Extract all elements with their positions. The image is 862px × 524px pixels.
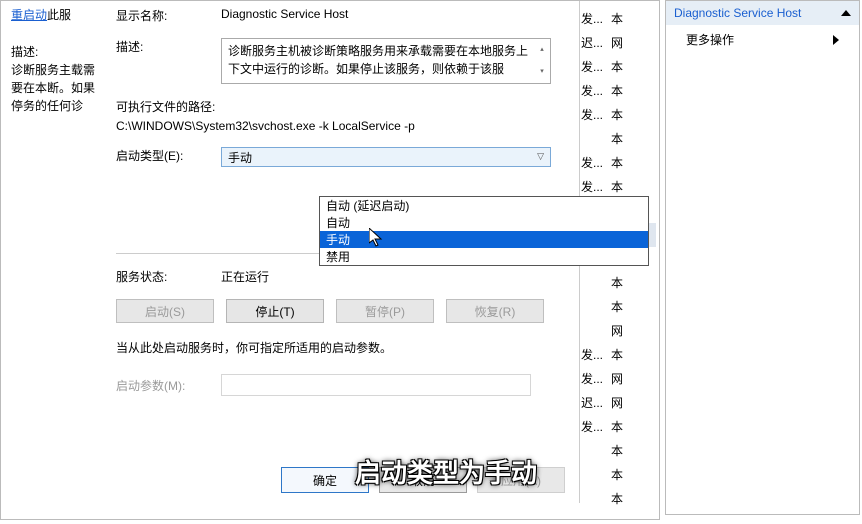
actions-panel-title: Diagnostic Service Host <box>674 1 801 25</box>
service-row[interactable]: 本 <box>581 439 656 463</box>
startup-type-select[interactable]: 手动 ▽ <box>221 147 551 167</box>
resume-button: 恢复(R) <box>446 299 544 323</box>
service-row[interactable]: 本 <box>581 463 656 487</box>
service-row[interactable]: 发...本 <box>581 7 656 31</box>
more-actions-item[interactable]: 更多操作 <box>666 25 859 54</box>
service-row[interactable]: 发...本 <box>581 151 656 175</box>
startup-type-label: 启动类型(E): <box>116 147 221 167</box>
description-label: 描述: <box>116 38 221 84</box>
startup-type-dropdown[interactable]: 自动 (延迟启动) 自动 手动 禁用 <box>319 196 649 266</box>
service-row[interactable]: 迟...网 <box>581 31 656 55</box>
actions-panel-header[interactable]: Diagnostic Service Host <box>666 1 859 25</box>
restart-suffix: 此服 <box>47 8 71 22</box>
scroll-up-icon[interactable]: ▴ <box>536 41 548 59</box>
service-row[interactable]: 本 <box>581 271 656 295</box>
description-textbox[interactable]: 诊断服务主机被诊断策略服务用来承载需要在本地服务上下文中运行的诊断。如果停止该服… <box>221 38 551 84</box>
display-name-label: 显示名称: <box>116 7 221 24</box>
exe-path-value: C:\WINDOWS\System32\svchost.exe -k Local… <box>116 119 563 133</box>
startup-params-input <box>221 374 531 396</box>
service-row[interactable]: 发...本 <box>581 343 656 367</box>
stop-button[interactable]: 停止(T) <box>226 299 324 323</box>
service-row[interactable]: 发...本 <box>581 55 656 79</box>
service-row[interactable]: 网 <box>581 319 656 343</box>
dropdown-option-disabled[interactable]: 禁用 <box>320 248 648 265</box>
service-row[interactable]: 发...本 <box>581 79 656 103</box>
dropdown-option-auto-delayed[interactable]: 自动 (延迟启动) <box>320 197 648 214</box>
description-scrollbar[interactable]: ▴ ▾ <box>536 41 548 81</box>
service-row[interactable]: 本 <box>581 127 656 151</box>
service-row[interactable]: 本 <box>581 295 656 319</box>
display-name-value: Diagnostic Service Host <box>221 7 563 24</box>
service-row[interactable]: 发...网 <box>581 367 656 391</box>
actions-panel: Diagnostic Service Host 更多操作 <box>665 0 860 515</box>
description-value: 诊断服务主机被诊断策略服务用来承载需要在本地服务上下文中运行的诊断。如果停止该服… <box>228 44 528 76</box>
startup-hint-text: 当从此处启动服务时，你可指定所适用的启动参数。 <box>116 339 563 356</box>
service-row[interactable]: 发...本 <box>581 103 656 127</box>
collapse-icon[interactable] <box>841 10 851 16</box>
dropdown-option-manual[interactable]: 手动 <box>320 231 648 248</box>
restart-link[interactable]: 重启动 <box>11 8 47 22</box>
video-caption: 启动类型为手动 <box>355 453 537 490</box>
pause-button: 暂停(P) <box>336 299 434 323</box>
exe-path-label: 可执行文件的路径: <box>116 98 563 115</box>
service-row[interactable]: 本 <box>581 487 656 511</box>
service-row[interactable]: 迟...网 <box>581 391 656 415</box>
service-status-label: 服务状态: <box>116 268 221 285</box>
service-properties-dialog: 显示名称: Diagnostic Service Host 描述: 诊断服务主机… <box>100 1 580 503</box>
dropdown-option-auto[interactable]: 自动 <box>320 214 648 231</box>
startup-params-label: 启动参数(M): <box>116 377 221 394</box>
more-actions-label: 更多操作 <box>686 31 734 48</box>
scroll-down-icon[interactable]: ▾ <box>536 63 548 81</box>
chevron-down-icon: ▽ <box>537 151 544 162</box>
chevron-right-icon <box>833 35 839 45</box>
left-desc-body: 诊断服务主载需要在本断。如果停务的任何诊 <box>11 63 95 113</box>
start-button: 启动(S) <box>116 299 214 323</box>
service-status-value: 正在运行 <box>221 268 563 285</box>
left-service-panel: 重启动此服 描述: 诊断服务主载需要在本断。如果停务的任何诊 <box>11 1 101 115</box>
service-row[interactable]: 发...本 <box>581 415 656 439</box>
startup-type-selected: 手动 <box>228 149 252 166</box>
left-desc-heading: 描述: <box>11 45 38 59</box>
